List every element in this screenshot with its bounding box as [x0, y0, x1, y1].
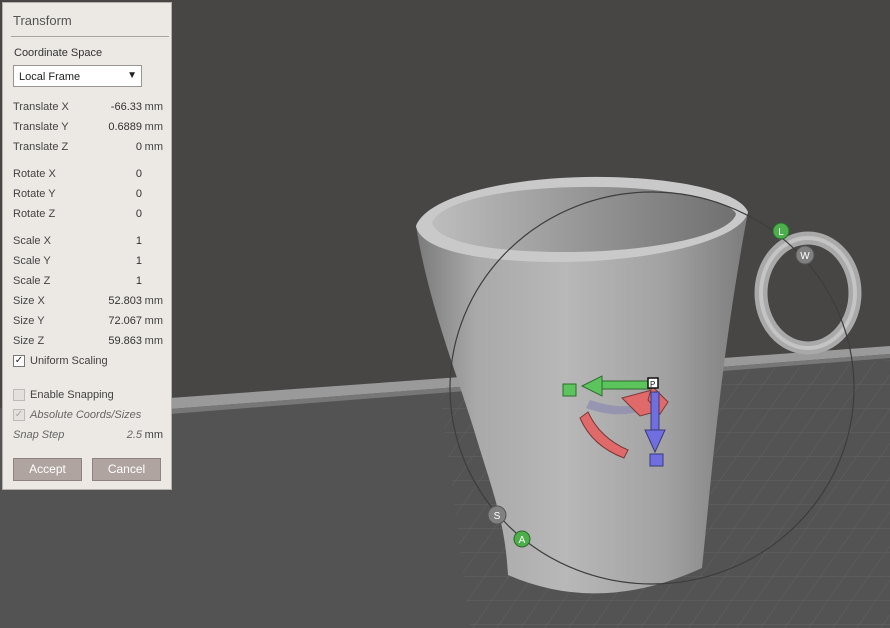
transform-panel: Transform Coordinate Space Local Frame ▼… — [2, 2, 172, 490]
field-translate-x: Translate X -66.33 mm — [13, 101, 163, 115]
gizmo-handle-s[interactable]: S — [487, 505, 507, 525]
translate-x-input[interactable]: -66.33 — [111, 101, 142, 113]
svg-text:W: W — [800, 251, 810, 262]
chevron-down-icon: ▼ — [127, 70, 137, 81]
translate-y-input[interactable]: 0.6889 — [108, 121, 142, 133]
scale-z-handle[interactable] — [649, 453, 664, 467]
field-label: Rotate X — [13, 168, 56, 180]
field-unit: mm — [144, 121, 163, 133]
check-icon: ✓ — [13, 355, 25, 367]
field-size-y: Size Y 72.067 mm — [13, 315, 163, 329]
size-z-input[interactable]: 59.863 — [108, 335, 142, 347]
scale-z-input[interactable]: 1 — [136, 275, 142, 287]
field-unit: mm — [144, 315, 163, 327]
field-label: Rotate Y — [13, 188, 56, 200]
field-unit: mm — [144, 335, 163, 347]
svg-text:L: L — [778, 227, 784, 238]
gizmo-handle-l[interactable]: L — [772, 222, 790, 240]
field-label: Translate Z — [13, 141, 69, 153]
panel-title: Transform — [13, 13, 72, 28]
svg-text:A: A — [519, 535, 526, 546]
cancel-button[interactable]: Cancel — [92, 458, 161, 481]
field-size-x: Size X 52.803 mm — [13, 295, 163, 309]
field-label: Scale Y — [13, 255, 51, 267]
field-label: Rotate Z — [13, 208, 56, 220]
field-rotate-z: Rotate Z 0 — [13, 208, 163, 222]
field-unit: mm — [144, 429, 163, 441]
enable-snapping-label: Enable Snapping — [30, 389, 114, 401]
coordinate-space-dropdown[interactable]: Local Frame ▼ — [13, 65, 142, 87]
field-scale-x: Scale X 1 — [13, 235, 163, 249]
snap-step-label: Snap Step — [13, 429, 65, 441]
rotate-y-input[interactable]: 0 — [136, 188, 142, 200]
field-unit: mm — [144, 101, 163, 113]
uniform-scaling-label: Uniform Scaling — [30, 355, 108, 367]
title-divider — [11, 36, 169, 37]
field-translate-z: Translate Z 0 mm — [13, 141, 163, 155]
checkbox-empty-icon — [13, 389, 25, 401]
field-rotate-y: Rotate Y 0 — [13, 188, 163, 202]
field-unit: mm — [144, 141, 163, 153]
field-label: Translate Y — [13, 121, 69, 133]
field-scale-z: Scale Z 1 — [13, 275, 163, 289]
field-label: Translate X — [13, 101, 69, 113]
gizmo-handle-a[interactable]: A — [513, 530, 531, 548]
field-unit: mm — [144, 295, 163, 307]
size-y-input[interactable]: 72.067 — [108, 315, 142, 327]
field-label: Size X — [13, 295, 45, 307]
size-x-input[interactable]: 52.803 — [108, 295, 142, 307]
check-icon: ✓ — [13, 409, 25, 421]
pivot-label: P — [650, 380, 655, 389]
scale-y-handle[interactable] — [562, 383, 577, 397]
translate-z-input[interactable]: 0 — [136, 141, 142, 153]
snap-step-input[interactable]: 2.5 — [127, 429, 142, 441]
field-scale-y: Scale Y 1 — [13, 255, 163, 269]
accept-button[interactable]: Accept — [13, 458, 82, 481]
field-label: Size Y — [13, 315, 45, 327]
field-rotate-x: Rotate X 0 — [13, 168, 163, 182]
rotate-x-input[interactable]: 0 — [136, 168, 142, 180]
gizmo-handle-w[interactable]: W — [795, 245, 815, 265]
rotate-z-input[interactable]: 0 — [136, 208, 142, 220]
scale-y-input[interactable]: 1 — [136, 255, 142, 267]
field-size-z: Size Z 59.863 mm — [13, 335, 163, 349]
field-snap-step: Snap Step 2.5 mm — [13, 429, 163, 443]
coordinate-space-value: Local Frame — [19, 71, 81, 83]
field-translate-y: Translate Y 0.6889 mm — [13, 121, 163, 135]
field-label: Scale Z — [13, 275, 51, 287]
field-label: Size Z — [13, 335, 45, 347]
coordinate-space-label: Coordinate Space — [14, 47, 103, 59]
absolute-coords-label: Absolute Coords/Sizes — [30, 409, 142, 421]
scale-x-input[interactable]: 1 — [136, 235, 142, 247]
field-label: Scale X — [13, 235, 51, 247]
svg-text:S: S — [494, 511, 501, 522]
